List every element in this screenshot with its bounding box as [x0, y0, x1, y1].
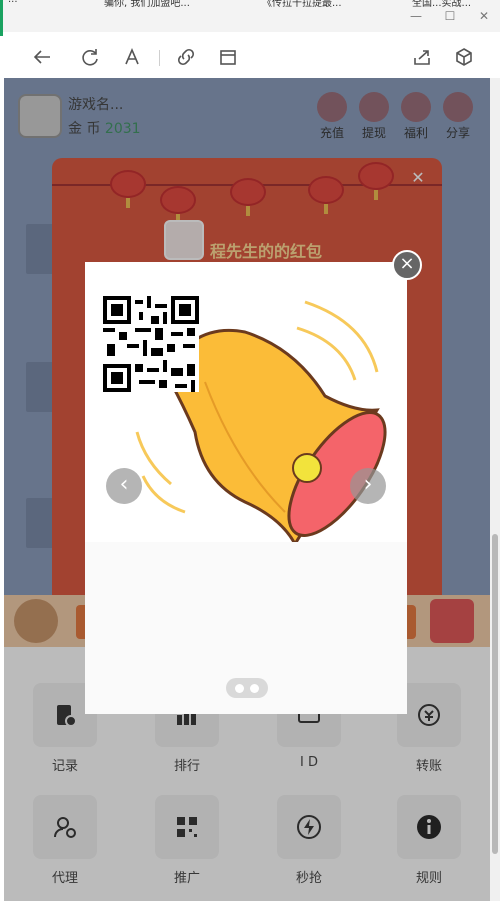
page-scrollbar[interactable]	[490, 78, 500, 901]
font-icon[interactable]	[121, 46, 143, 68]
tab-4[interactable]: 全国...实战...	[412, 0, 496, 8]
share-icon[interactable]	[411, 46, 433, 68]
toolbar-separator	[159, 50, 160, 66]
scrollbar-thumb[interactable]	[492, 534, 498, 854]
maximize-button[interactable]: ☐	[442, 8, 458, 24]
minimize-button[interactable]: —	[408, 8, 424, 24]
image-slider-modal: ‹ ›	[85, 262, 407, 714]
tab-icon[interactable]	[217, 46, 239, 68]
modal-close-button[interactable]: ×	[392, 250, 422, 280]
slider-prev-button[interactable]: ‹	[106, 468, 142, 504]
pagination-dot[interactable]	[250, 684, 259, 693]
tab-3[interactable]: 《传拉干拉提最...	[262, 0, 392, 8]
tab-1[interactable]: ...	[8, 0, 68, 8]
browser-tab-strip: ... 骗你, 我们加盟吧... 《传拉干拉提最... 全国...实战... —…	[0, 0, 500, 42]
tab-2[interactable]: 骗你, 我们加盟吧...	[104, 0, 234, 8]
browser-toolbar	[0, 36, 500, 78]
refresh-icon[interactable]	[79, 46, 101, 68]
link-icon[interactable]	[175, 46, 197, 68]
back-icon[interactable]	[31, 46, 53, 68]
close-window-button[interactable]: ✕	[476, 8, 492, 24]
slider-pagination	[226, 678, 268, 698]
qrcode-image	[103, 296, 199, 392]
pagination-dot[interactable]	[235, 684, 244, 693]
cube-icon[interactable]	[453, 46, 475, 68]
slider-next-button[interactable]: ›	[350, 468, 386, 504]
